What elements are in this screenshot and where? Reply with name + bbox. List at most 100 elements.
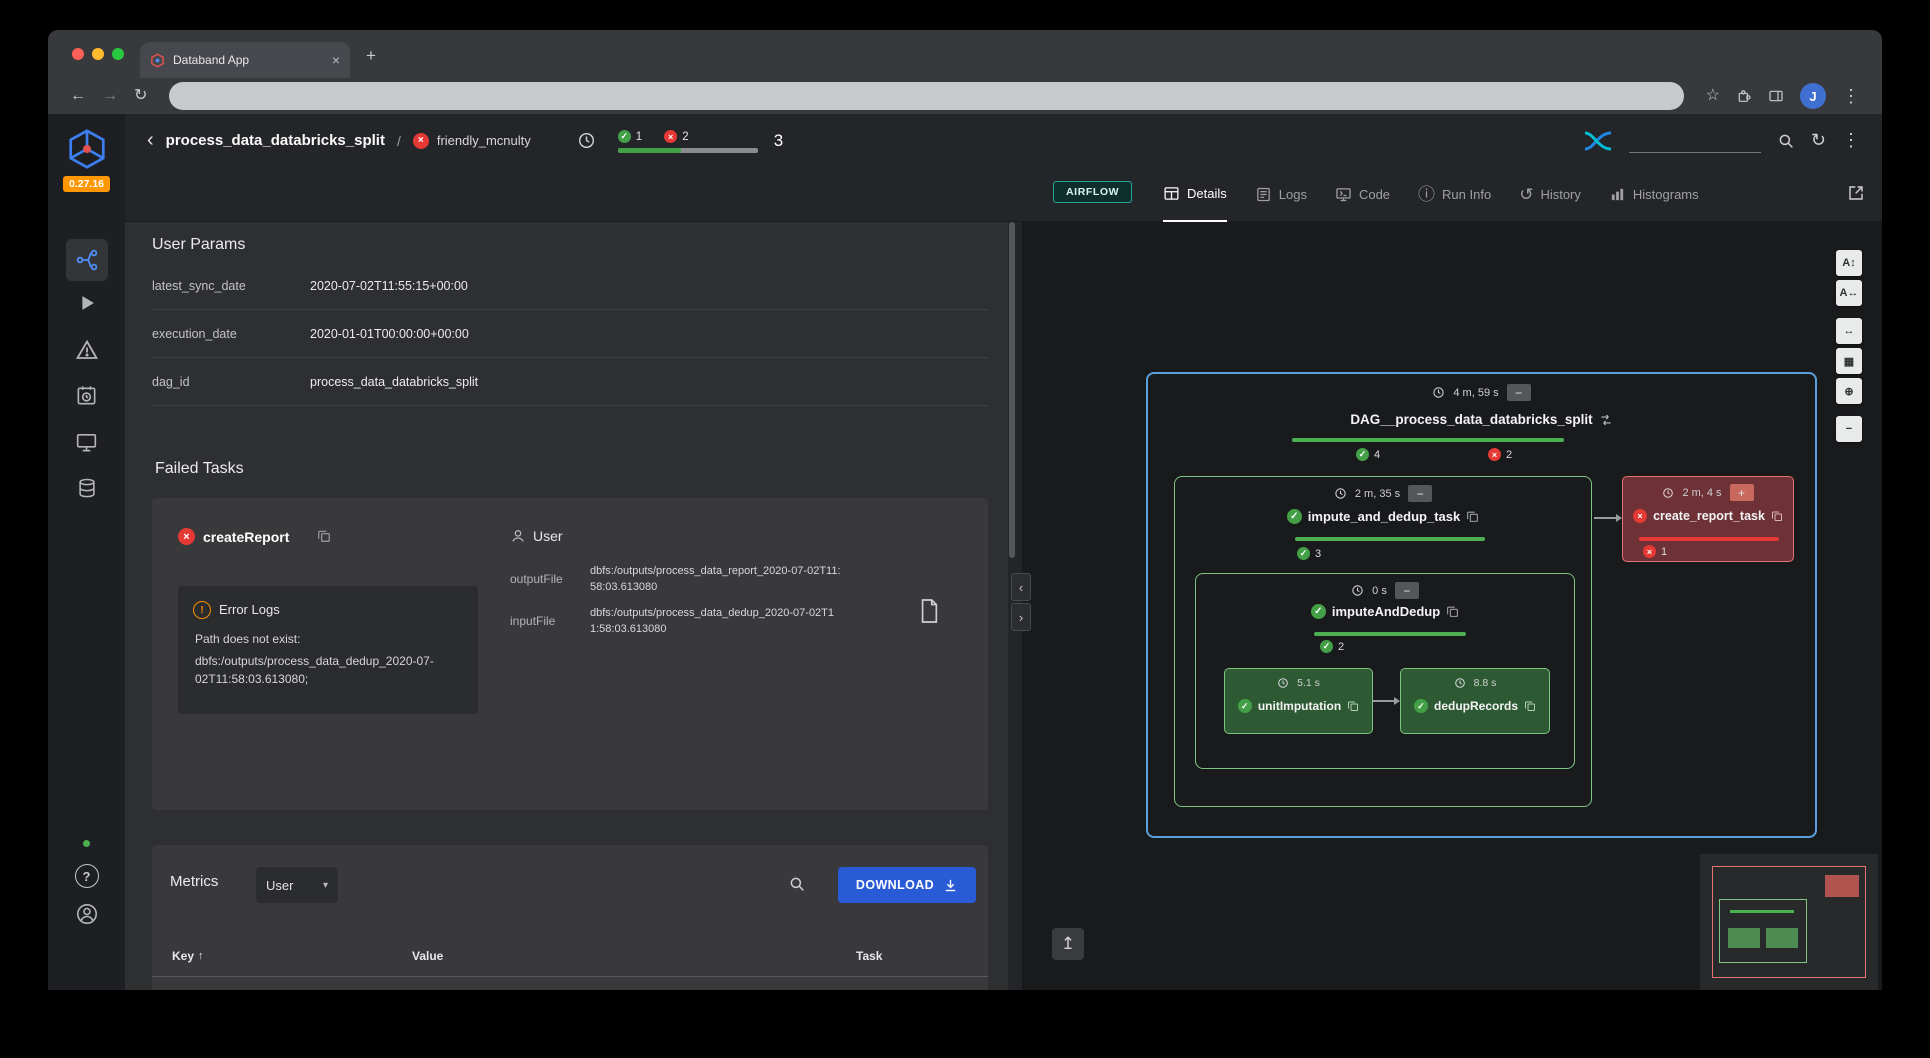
task-node-unitimputation[interactable]: 5.1 s ✓ unitImputation xyxy=(1224,668,1373,734)
sidebar-item-runs[interactable] xyxy=(48,292,125,314)
zoom-window-button[interactable] xyxy=(112,48,124,60)
tab-details[interactable]: Details xyxy=(1163,167,1227,222)
task-name[interactable]: dedupRecords xyxy=(1434,699,1518,713)
tab-history[interactable]: ↺ History xyxy=(1519,167,1581,222)
task-name[interactable]: unitImputation xyxy=(1258,699,1341,713)
new-tab-button[interactable]: + xyxy=(366,46,376,66)
metrics-col-key[interactable]: Key ↑ xyxy=(172,949,204,963)
group-node-imputeanddedup[interactable]: 0 s − ✓ imputeAndDedup ✓ 2 5.1 s ✓ unitI… xyxy=(1195,573,1575,769)
copy-icon[interactable] xyxy=(1446,605,1459,618)
reload-button[interactable]: ↻ xyxy=(134,88,147,104)
fit-width-button[interactable]: ↔ xyxy=(1836,318,1862,344)
subgroup-duration-row: 0 s − xyxy=(1196,582,1574,599)
bookmark-star-icon[interactable]: ☆ xyxy=(1706,88,1720,104)
failed-node-duration-row: 2 m, 4 s + xyxy=(1623,484,1793,501)
check-icon: ✓ xyxy=(1297,547,1310,560)
expand-node-button[interactable]: + xyxy=(1729,484,1754,501)
metrics-col-task[interactable]: Task xyxy=(856,949,882,963)
pipelines-icon xyxy=(76,249,97,271)
expand-panel-button[interactable]: ↥ xyxy=(1052,928,1084,960)
tab-logs[interactable]: Logs xyxy=(1255,167,1307,222)
databand-logo-icon xyxy=(48,126,125,172)
collapse-left-button[interactable]: ‹ xyxy=(1011,573,1031,601)
external-link-icon[interactable] xyxy=(1847,184,1865,202)
screen: Databand App × + ← → ↻ ☆ J ⋮ 0.27.16 ? ‹… xyxy=(0,0,1930,1058)
view-tabs-bar: AIRFLOW Details Logs Code ⓘ Run Info ↺ H… xyxy=(125,167,1882,222)
error-logs-title: Error Logs xyxy=(219,602,280,617)
minimize-window-button[interactable] xyxy=(92,48,104,60)
sidebar-item-monitor[interactable] xyxy=(48,431,125,454)
copy-icon[interactable] xyxy=(1524,700,1536,712)
run-name[interactable]: friendly_mcnulty xyxy=(437,133,531,148)
group-name[interactable]: impute_and_dedup_task xyxy=(1308,509,1460,524)
back-chevron-button[interactable]: ‹ xyxy=(147,129,154,152)
run-progress: ✓ 1 × 2 xyxy=(617,128,758,153)
refresh-icon[interactable]: ↻ xyxy=(1811,130,1826,151)
back-button[interactable]: ← xyxy=(70,88,86,104)
help-button[interactable]: ? xyxy=(48,864,125,888)
subdag-icon[interactable] xyxy=(1599,413,1613,427)
search-icon[interactable] xyxy=(1777,132,1795,150)
layout-vertical-button[interactable]: A↕ xyxy=(1836,250,1862,276)
account-button[interactable] xyxy=(48,902,125,926)
grid-layout-button[interactable]: ▦ xyxy=(1836,348,1862,374)
task-node-deduprecords[interactable]: 8.8 s ✓ dedupRecords xyxy=(1400,668,1550,734)
collapse-node-button[interactable]: − xyxy=(1394,582,1419,599)
side-panel-icon[interactable] xyxy=(1768,88,1784,104)
leaf-duration-row: 5.1 s xyxy=(1225,677,1372,689)
metrics-col-value[interactable]: Value xyxy=(412,949,443,963)
close-window-button[interactable] xyxy=(72,48,84,60)
copy-icon[interactable] xyxy=(317,529,331,543)
extensions-puzzle-icon[interactable] xyxy=(1736,88,1752,104)
minimap-failed-node xyxy=(1825,875,1859,897)
dag-node[interactable]: 4 m, 59 s − DAG__process_data_databricks… xyxy=(1146,372,1817,838)
center-graph-button[interactable]: ⊕ xyxy=(1836,378,1862,404)
forward-button[interactable]: → xyxy=(102,88,118,104)
dag-name[interactable]: DAG__process_data_databricks_split xyxy=(1350,412,1592,427)
file-icon[interactable] xyxy=(918,598,940,624)
profile-avatar[interactable]: J xyxy=(1800,83,1826,109)
tab-close-icon[interactable]: × xyxy=(332,52,340,68)
copy-icon[interactable] xyxy=(1347,700,1359,712)
sidebar-item-alerts[interactable] xyxy=(48,338,125,362)
tab-code[interactable]: Code xyxy=(1335,167,1390,222)
task-node-create-report-task[interactable]: 2 m, 4 s + × create_report_task × 1 xyxy=(1622,476,1794,562)
browser-tab[interactable]: Databand App × xyxy=(140,42,350,78)
tab-title: Databand App xyxy=(173,53,250,67)
failed-tasks-title: Failed Tasks xyxy=(155,460,244,477)
more-menu-icon[interactable]: ⋮ xyxy=(1842,130,1860,151)
browser-menu-icon[interactable]: ⋮ xyxy=(1842,87,1860,105)
layout-horizontal-button[interactable]: A↔ xyxy=(1836,280,1862,306)
error-message-line1: Path does not exist: xyxy=(195,632,301,646)
download-button[interactable]: DOWNLOAD xyxy=(838,867,976,903)
collapse-node-button[interactable]: − xyxy=(1408,485,1433,502)
task-failed-icon: × xyxy=(178,528,195,545)
group-node-impute-and-dedup-task[interactable]: 2 m, 35 s − ✓ impute_and_dedup_task ✓ 3 xyxy=(1174,476,1592,807)
sidebar-item-data[interactable] xyxy=(48,477,125,499)
scrollbar-thumb[interactable] xyxy=(1009,222,1015,558)
metrics-filter-dropdown[interactable]: User ▾ xyxy=(256,867,338,903)
copy-icon[interactable] xyxy=(1771,510,1783,522)
subgroup-name[interactable]: imputeAndDedup xyxy=(1332,604,1440,619)
metrics-card: Metrics User ▾ DOWNLOAD Key ↑ Value Task xyxy=(152,845,988,990)
tab-run-info[interactable]: ⓘ Run Info xyxy=(1418,167,1491,222)
pipeline-title[interactable]: process_data_databricks_split xyxy=(166,132,385,149)
sidebar-item-scheduled[interactable] xyxy=(48,384,125,407)
tab-histograms[interactable]: Histograms xyxy=(1609,167,1699,222)
failed-task-name[interactable]: createReport xyxy=(203,529,289,545)
address-bar[interactable] xyxy=(169,82,1684,110)
zoom-out-button[interactable]: − xyxy=(1836,416,1862,442)
output-file-key: outputFile xyxy=(510,572,563,586)
collapse-node-button[interactable]: − xyxy=(1506,384,1531,401)
sidebar-item-pipelines[interactable] xyxy=(48,239,125,281)
browser-titlebar: Databand App × + xyxy=(48,30,1882,78)
graph-minimap[interactable] xyxy=(1700,854,1878,990)
metrics-search-icon[interactable] xyxy=(788,875,806,893)
header-search-input[interactable] xyxy=(1628,128,1761,153)
version-badge: 0.27.16 xyxy=(48,176,125,192)
copy-icon[interactable] xyxy=(1466,510,1479,523)
clock-icon xyxy=(1335,488,1346,499)
task-name[interactable]: create_report_task xyxy=(1653,509,1765,523)
run-failed-icon: × xyxy=(412,132,429,149)
collapse-right-button[interactable]: › xyxy=(1011,603,1031,631)
